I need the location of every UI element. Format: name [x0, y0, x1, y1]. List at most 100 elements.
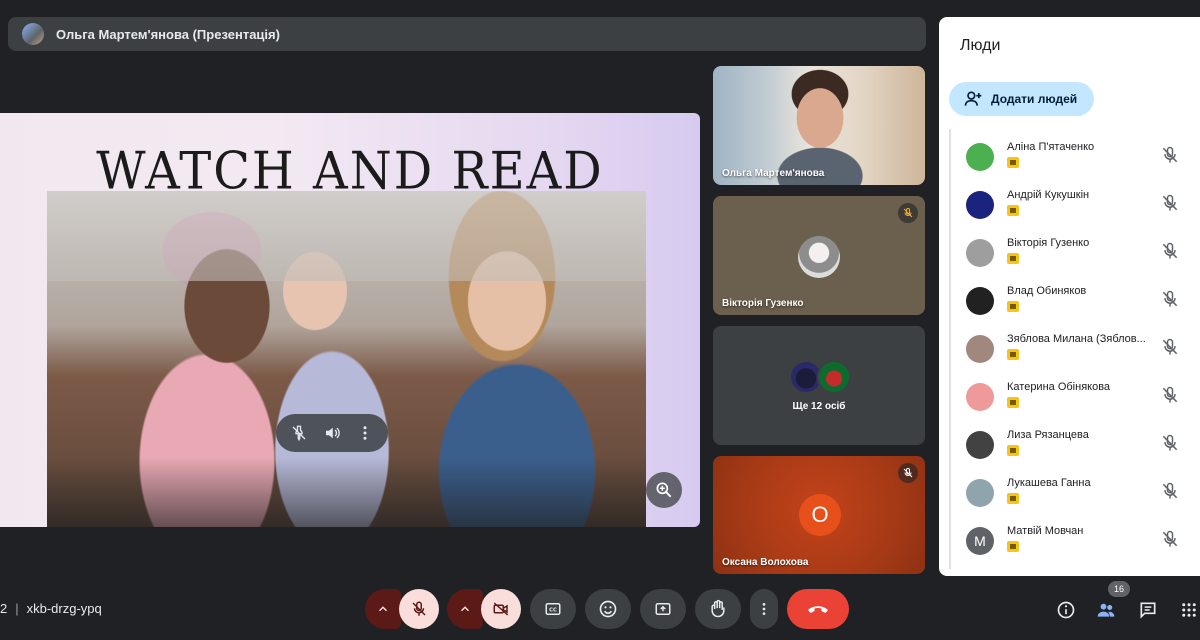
mic-off-icon[interactable] [1160, 529, 1180, 549]
person-name: Вікторія Гузенко [1007, 237, 1090, 249]
meet-window: Ольга Мартем'янова (Презентація) WATCH A… [0, 0, 1200, 640]
mic-off-icon[interactable] [1160, 385, 1180, 405]
avatar [966, 431, 994, 459]
people-count-badge: 16 [1108, 581, 1130, 597]
person-name: Лиза Рязанцева [1007, 429, 1089, 441]
mic-off-icon[interactable] [1160, 433, 1180, 453]
person-info: Вікторія Гузенко [1007, 237, 1147, 264]
chevron-up-icon [460, 606, 470, 612]
video-controls [276, 414, 388, 452]
person-info: Катерина Обінякова [1007, 381, 1147, 408]
person-info: Андрій Кукушкін [1007, 189, 1147, 216]
person-info: Зяблова Милана (Зяблов... [1007, 333, 1147, 360]
chevron-up-icon [378, 606, 388, 612]
presentation-slide[interactable]: WATCH AND READ [0, 113, 700, 527]
video-scene-bottom [47, 457, 646, 527]
avatar [966, 287, 994, 315]
presentation-badge-icon [1007, 349, 1019, 360]
audio-options-button[interactable] [365, 589, 401, 629]
camera-toggle-button[interactable] [481, 589, 521, 629]
avatar [966, 383, 994, 411]
zoom-in-button[interactable] [646, 472, 682, 508]
more-participants-label: Ще 12 осіб [792, 401, 846, 412]
bottom-toolbar: 2 | xkb-drzg-ypq CC [0, 585, 1200, 633]
person-row[interactable]: Зяблова Милана (Зяблов... [949, 321, 1200, 369]
meeting-code[interactable]: xkb-drzg-ypq [27, 601, 102, 616]
participant-tile[interactable]: Вікторія Гузенко [713, 196, 925, 315]
participant-tile[interactable]: Ольга Мартем'янова [713, 66, 925, 185]
person-info: Матвій Мовчан [1007, 525, 1147, 552]
pin-off-icon[interactable] [287, 421, 311, 445]
participant-name: Оксана Волохова [722, 557, 809, 568]
activities-button[interactable] [1178, 599, 1200, 621]
raise-hand-icon [711, 599, 725, 618]
person-row[interactable]: Лукашева Ганна [949, 465, 1200, 513]
volume-icon[interactable] [320, 421, 344, 445]
mic-off-icon[interactable] [1160, 337, 1180, 357]
mic-off-icon[interactable] [1160, 289, 1180, 309]
person-row[interactable]: Лиза Рязанцева [949, 417, 1200, 465]
presentation-badge-icon [1007, 157, 1019, 168]
presentation-badge-icon [1007, 397, 1019, 408]
more-participants-tile[interactable]: Ще 12 осіб [713, 326, 925, 445]
end-call-icon [808, 606, 828, 613]
person-row[interactable]: Влад Обиняков [949, 273, 1200, 321]
add-people-label: Додати людей [991, 92, 1078, 106]
participant-name: Вікторія Гузенко [722, 298, 804, 309]
more-options-button[interactable] [750, 589, 778, 629]
presentation-badge-icon [1007, 493, 1019, 504]
captions-button[interactable]: CC [530, 589, 576, 629]
mic-toggle-button[interactable] [399, 589, 439, 629]
person-name: Матвій Мовчан [1007, 525, 1084, 537]
presentation-badge-icon [1007, 301, 1019, 312]
person-info: Лукашева Ганна [1007, 477, 1147, 504]
panel-title: Люди [960, 37, 1001, 54]
mic-off-icon [898, 463, 918, 483]
person-name: Андрій Кукушкін [1007, 189, 1090, 201]
more-vert-icon[interactable] [353, 421, 377, 445]
video-scene [47, 191, 646, 281]
mic-off-icon[interactable] [1160, 193, 1180, 213]
present-screen-icon [655, 603, 671, 615]
person-name: Катерина Обінякова [1007, 381, 1111, 393]
presentation-badge-icon [1007, 253, 1019, 264]
person-info: Лиза Рязанцева [1007, 429, 1147, 456]
add-people-button[interactable]: Додати людей [949, 82, 1094, 116]
reactions-button[interactable] [585, 589, 631, 629]
presentation-badge-icon [1007, 205, 1019, 216]
avatar [966, 335, 994, 363]
person-row[interactable]: Катерина Обінякова [949, 369, 1200, 417]
presenter-bar: Ольга Мартем'янова (Презентація) [8, 17, 926, 51]
person-name: Аліна П'ятаченко [1007, 141, 1095, 153]
avatar [966, 191, 994, 219]
divider: | [15, 601, 19, 616]
present-button[interactable] [640, 589, 686, 629]
raise-hand-button[interactable] [695, 589, 741, 629]
people-list: Аліна П'ятаченко Андрій Кукушкін Вікторія … [949, 129, 1200, 569]
mic-off-icon[interactable] [1160, 481, 1180, 501]
chat-button[interactable] [1137, 599, 1159, 621]
person-row[interactable]: Аліна П'ятаченко [949, 129, 1200, 177]
videocam-off-icon [493, 602, 509, 616]
people-button[interactable] [1095, 599, 1117, 621]
people-panel: Люди Додати людей Аліна П'ятаченко Андрій… [939, 17, 1200, 576]
person-row[interactable]: Вікторія Гузенко [949, 225, 1200, 273]
person-name: Лукашева Ганна [1007, 477, 1091, 489]
emoji-icon [599, 600, 617, 618]
presentation-badge-icon [1007, 541, 1019, 552]
end-call-button[interactable] [787, 589, 849, 629]
avatar: О [799, 494, 841, 536]
video-options-button[interactable] [447, 589, 483, 629]
people-icon [1097, 603, 1115, 617]
avatar [798, 236, 840, 278]
meeting-details-button[interactable] [1055, 599, 1077, 621]
person-row[interactable]: Андрій Кукушкін [949, 177, 1200, 225]
person-name: Влад Обиняков [1007, 285, 1087, 297]
mic-off-icon[interactable] [1160, 145, 1180, 165]
slide-video[interactable] [47, 191, 646, 527]
participant-tile[interactable]: О Оксана Волохова [713, 456, 925, 574]
avatar [817, 360, 851, 394]
add-person-icon [964, 91, 982, 106]
mic-off-icon[interactable] [1160, 241, 1180, 261]
person-row[interactable]: М Матвій Мовчан [949, 513, 1200, 561]
